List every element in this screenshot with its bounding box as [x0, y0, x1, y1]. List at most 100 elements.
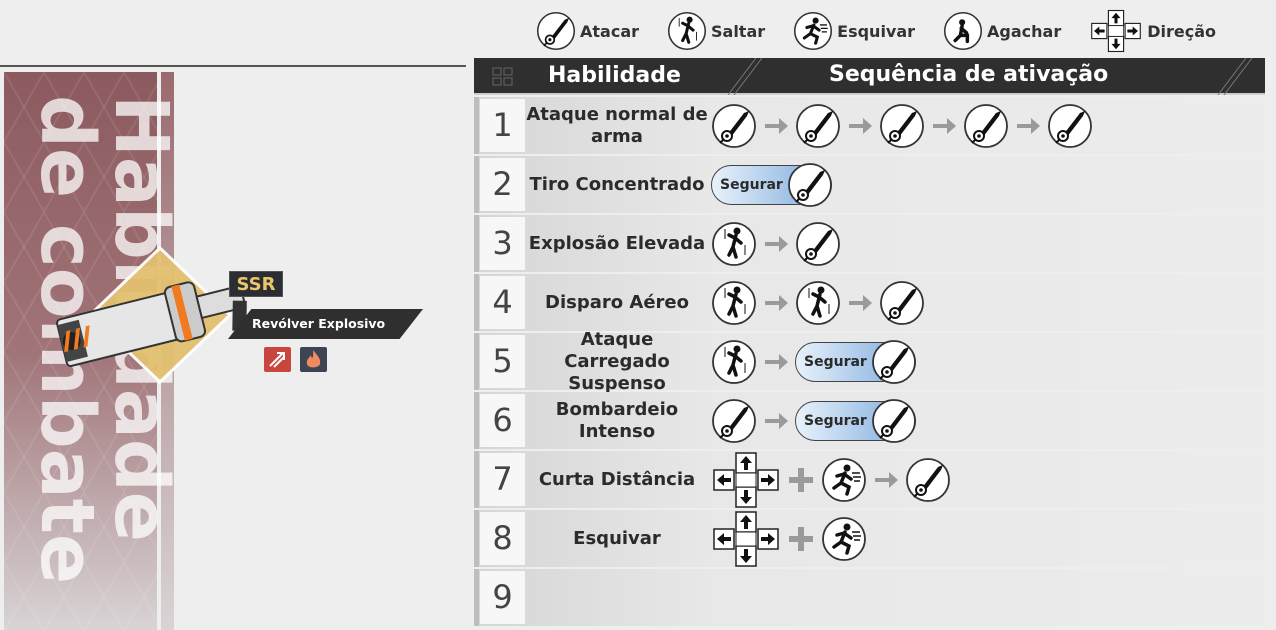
header-slash-decor: [1217, 58, 1253, 95]
attack-icon: [712, 398, 756, 443]
arrow-right-icon: [765, 353, 788, 370]
skill-row: 8 Esquivar: [474, 510, 1265, 567]
arrow-right-icon: [765, 117, 788, 134]
fire-element-icon: [300, 347, 327, 372]
hold-attack-button: Segurar: [795, 398, 916, 443]
jump-icon: [796, 280, 840, 325]
skill-row: 5 Ataque Carregado Suspenso Segurar: [474, 329, 1265, 394]
attack-icon: [880, 280, 924, 325]
activation-sequence: Segurar: [711, 162, 832, 207]
activation-sequence: Segurar: [711, 398, 916, 444]
row-number: 8: [480, 512, 525, 565]
hold-label: Segurar: [720, 176, 783, 193]
row-number: 7: [480, 453, 525, 506]
hold-attack-button: Segurar: [795, 339, 916, 384]
jump-icon: [712, 339, 756, 384]
dodge-icon: [794, 11, 833, 51]
piercing-tag-icon: [264, 347, 291, 372]
attack-icon: [712, 103, 756, 148]
skill-name: Disparo Aéreo: [545, 291, 689, 313]
legend-item-jump: Saltar: [667, 11, 765, 51]
hold-label: Segurar: [804, 412, 867, 429]
row-number: 1: [480, 99, 525, 152]
arrow-right-icon: [765, 235, 788, 252]
attack-icon: [880, 103, 924, 148]
hold-label: Segurar: [804, 353, 867, 370]
plus-icon: [789, 526, 813, 551]
skill-name: Curta Distância: [538, 468, 696, 490]
skill-row: 3 Explosão Elevada: [474, 215, 1265, 272]
skill-name: Explosão Elevada: [528, 232, 706, 254]
attack-icon: [796, 221, 840, 266]
arrow-right-icon: [1017, 117, 1040, 134]
skill-row: 7 Curta Distância: [474, 451, 1265, 508]
divider: [0, 65, 466, 67]
skill-name: Tiro Concentrado: [529, 173, 705, 195]
activation-sequence: Segurar: [711, 339, 916, 385]
legend-label: Esquivar: [837, 21, 916, 41]
controls-legend: Atacar Saltar Esquivar Agachar Direção: [536, 9, 1244, 53]
skill-name: Bombardeio Intenso: [555, 398, 679, 442]
plus-icon: [789, 467, 813, 492]
rarity-badge: SSR: [229, 271, 283, 297]
attack-icon: [906, 457, 950, 502]
attack-icon: [787, 162, 832, 207]
table-header: Habilidade Sequência de ativação: [474, 58, 1265, 95]
arrow-right-icon: [765, 294, 788, 311]
attack-icon: [796, 103, 840, 148]
direction-keys-icon: [1091, 9, 1142, 53]
crouch-icon: [944, 11, 983, 51]
legend-item-atk: Atacar: [536, 11, 639, 51]
direction-keys-icon: [713, 451, 779, 508]
hold-attack-button: Segurar: [711, 162, 832, 207]
arrow-right-icon: [933, 117, 956, 134]
arrow-right-icon: [875, 471, 898, 488]
legend-item-crouch: Agachar: [943, 11, 1061, 51]
dodge-icon: [822, 516, 866, 561]
row-number: 4: [480, 276, 525, 329]
arrow-right-icon: [765, 412, 788, 429]
dodge-icon: [822, 457, 866, 502]
row-number: 3: [480, 217, 525, 270]
legend-label: Saltar: [711, 21, 766, 41]
skill-name: Ataque Carregado Suspenso: [564, 328, 670, 394]
weapon-name: Revólver Explosivo: [228, 309, 423, 339]
skill-row: 4 Disparo Aéreo: [474, 274, 1265, 331]
row-number: 2: [480, 158, 525, 211]
skill-name: Ataque normal de arma: [526, 103, 708, 147]
skill-name: Esquivar: [573, 527, 661, 549]
attack-icon: [871, 398, 916, 443]
jump-icon: [712, 221, 756, 266]
row-number: 6: [480, 394, 525, 447]
direction-keys-icon: [713, 510, 779, 567]
arrow-right-icon: [849, 294, 872, 311]
skill-row: 9: [474, 569, 1265, 626]
attack-icon: [964, 103, 1008, 148]
row-number: 5: [480, 335, 525, 388]
skill-row: 6 Bombardeio Intenso Segurar: [474, 392, 1265, 449]
column-sequence: Sequência de ativação: [829, 62, 1109, 87]
legend-label: Agachar: [987, 21, 1062, 41]
activation-sequence: [711, 221, 841, 267]
jump-icon: [667, 11, 707, 51]
attack-icon: [536, 11, 576, 51]
activation-sequence: [711, 510, 867, 568]
arrow-right-icon: [849, 117, 872, 134]
header-slash-decor: [727, 58, 763, 95]
skill-row: 1 Ataque normal de arma: [474, 97, 1265, 154]
column-skill: Habilidade: [548, 63, 681, 88]
row-number: 9: [480, 571, 525, 624]
skill-table: Habilidade Sequência de ativação 1 Ataque…: [474, 58, 1265, 626]
legend-label: Atacar: [580, 21, 639, 41]
legend-item-dir: Direção: [1089, 9, 1216, 53]
legend-item-dodge: Esquivar: [793, 11, 915, 51]
jump-icon: [712, 280, 756, 325]
activation-sequence: [711, 451, 951, 509]
activation-sequence: [711, 103, 1093, 149]
legend-label: Direção: [1147, 21, 1217, 41]
activation-sequence: [711, 280, 925, 326]
attack-icon: [871, 339, 916, 384]
grid-icon: [492, 67, 513, 86]
skill-row: 2 Tiro Concentrado Segurar: [474, 156, 1265, 213]
attack-icon: [1048, 103, 1092, 148]
